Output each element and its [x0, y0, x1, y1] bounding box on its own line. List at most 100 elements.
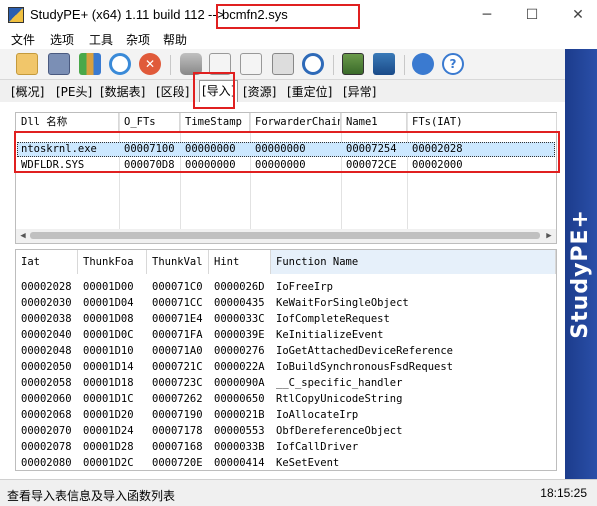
tab-sections[interactable]: [区段]: [156, 83, 189, 100]
function-cell: 0000090A: [214, 377, 265, 389]
function-cell[interactable]: 00002048: [16, 344, 78, 359]
function-cell[interactable]: 00002050: [16, 360, 78, 375]
dll-header-iat[interactable]: FTs(IAT): [407, 113, 557, 131]
func-header-function-name[interactable]: Function Name: [271, 250, 556, 274]
function-cell: 000071E4: [152, 313, 203, 325]
function-cell[interactable]: 00002038: [16, 312, 78, 327]
function-cell[interactable]: 00002058: [16, 376, 78, 391]
brand-sidebar: StudyPE+: [565, 49, 597, 479]
function-name-cell: RtlCopyUnicodeString: [276, 393, 403, 405]
menu-options[interactable]: 选项: [50, 31, 74, 48]
func-header-thunkval[interactable]: ThunkVal: [147, 250, 209, 274]
menu-misc[interactable]: 杂项: [126, 31, 150, 48]
function-cell: 0000721C: [152, 361, 203, 373]
stop-icon[interactable]: ✕: [139, 53, 161, 75]
doc2-icon[interactable]: [240, 53, 262, 75]
settings-icon[interactable]: [412, 53, 434, 75]
window-title: StudyPE+ (x64) 1.11 build 112: [30, 7, 205, 22]
function-cell: 00007168: [152, 441, 203, 453]
function-cell[interactable]: 00002060: [16, 392, 78, 407]
save-icon[interactable]: [48, 53, 70, 75]
menu-help[interactable]: 帮助: [163, 31, 187, 48]
function-cell: 00000435: [214, 297, 265, 309]
function-cell: 00001D1C: [83, 393, 134, 405]
chart-icon[interactable]: [79, 53, 101, 75]
function-name-cell: IofCompleteRequest: [276, 313, 390, 325]
function-cell: 0000039E: [214, 329, 265, 341]
function-cell: 00001D0C: [83, 329, 134, 341]
function-name-cell: KeInitializeEvent: [276, 329, 384, 341]
function-name-cell: IofCallDriver: [276, 441, 359, 453]
tab-exceptions[interactable]: [异常]: [343, 83, 376, 100]
app-icon: [8, 7, 24, 23]
image-icon[interactable]: [342, 53, 364, 75]
function-cell: 00001D28: [83, 441, 134, 453]
tab-data-tables[interactable]: [数据表]: [100, 83, 145, 100]
function-cell: 00001D04: [83, 297, 134, 309]
function-name-cell: IoBuildSynchronousFsdRequest: [276, 361, 454, 373]
func-header-thunkfoa[interactable]: ThunkFoa: [78, 250, 147, 274]
function-cell[interactable]: 00002040: [16, 328, 78, 343]
function-cell[interactable]: 00002070: [16, 424, 78, 439]
dll-header-ofts[interactable]: O_FTs: [119, 113, 180, 131]
function-cell: 00001D2C: [83, 457, 134, 469]
open-icon[interactable]: [16, 53, 38, 75]
function-cell: 00007178: [152, 425, 203, 437]
function-cell: 0000033C: [214, 313, 265, 325]
scroll-right-icon[interactable]: ▶: [542, 229, 556, 243]
function-name-cell: __C_specific_handler: [276, 377, 403, 389]
function-cell: 00001D08: [83, 313, 134, 325]
function-cell: 0000720E: [152, 457, 203, 469]
function-cell[interactable]: 00002078: [16, 440, 78, 455]
horizontal-scrollbar[interactable]: ◀ ▶: [16, 229, 556, 243]
toolbar-separator: [170, 55, 171, 75]
toolbar-separator: [333, 55, 334, 75]
maximize-button[interactable]: ☐: [517, 4, 547, 26]
status-message: 查看导入表信息及导入函数列表: [7, 489, 176, 503]
func-header-hint[interactable]: Hint: [209, 250, 271, 274]
function-cell[interactable]: 00002028: [16, 280, 78, 295]
menu-tools[interactable]: 工具: [89, 31, 113, 48]
tab-pe-header[interactable]: [PE头]: [56, 83, 92, 100]
function-cell: 000071CC: [152, 297, 203, 309]
function-name-cell: ObfDereferenceObject: [276, 425, 403, 437]
dll-header-name[interactable]: Dll 名称: [16, 113, 119, 131]
scrollbar-thumb[interactable]: [30, 232, 540, 239]
calculator-icon[interactable]: [272, 53, 294, 75]
dll-header-name1[interactable]: Name1: [341, 113, 407, 131]
function-cell: 00000414: [214, 457, 265, 469]
function-cell: 00000276: [214, 345, 265, 357]
function-cell: 00000650: [214, 393, 265, 405]
disk-icon[interactable]: [373, 53, 395, 75]
function-cell[interactable]: 00002068: [16, 408, 78, 423]
function-cell: 00007190: [152, 409, 203, 421]
highlight-box-filename: [216, 4, 360, 29]
minimize-button[interactable]: ─: [472, 4, 502, 26]
tab-overview[interactable]: [概况]: [11, 83, 44, 100]
refresh-icon[interactable]: [109, 53, 131, 75]
menu-bar: 文件 选项 工具 杂项 帮助: [0, 30, 597, 49]
dll-header-timestamp[interactable]: TimeStamp: [180, 113, 250, 131]
function-cell[interactable]: 00002080: [16, 456, 78, 471]
scroll-left-icon[interactable]: ◀: [16, 229, 30, 243]
toolbar: ✕ ?: [0, 49, 565, 80]
menu-file[interactable]: 文件: [11, 31, 35, 48]
function-cell: 0000021B: [214, 409, 265, 421]
search-icon[interactable]: [302, 53, 324, 75]
function-name-cell: KeWaitForSingleObject: [276, 297, 409, 309]
toolbar-separator: [404, 55, 405, 75]
title-bar: StudyPE+ (x64) 1.11 build 112 --> bcmfn2…: [0, 0, 597, 30]
function-cell: 00000553: [214, 425, 265, 437]
help-icon[interactable]: ?: [442, 53, 464, 75]
tab-strip: [概况] [PE头] [数据表] [区段] [导入] [资源] [重定位] [异…: [0, 80, 565, 102]
close-button[interactable]: ✕: [563, 4, 593, 26]
function-cell: 000071A0: [152, 345, 203, 357]
function-cell: 0000033B: [214, 441, 265, 453]
function-cell[interactable]: 00002030: [16, 296, 78, 311]
tab-relocations[interactable]: [重定位]: [287, 83, 332, 100]
tab-resources[interactable]: [资源]: [243, 83, 276, 100]
func-header-iat[interactable]: Iat: [16, 250, 78, 274]
function-name-cell: IoAllocateIrp: [276, 409, 359, 421]
dll-header-forwarder[interactable]: ForwarderChain: [250, 113, 341, 131]
function-cell: 00007262: [152, 393, 203, 405]
